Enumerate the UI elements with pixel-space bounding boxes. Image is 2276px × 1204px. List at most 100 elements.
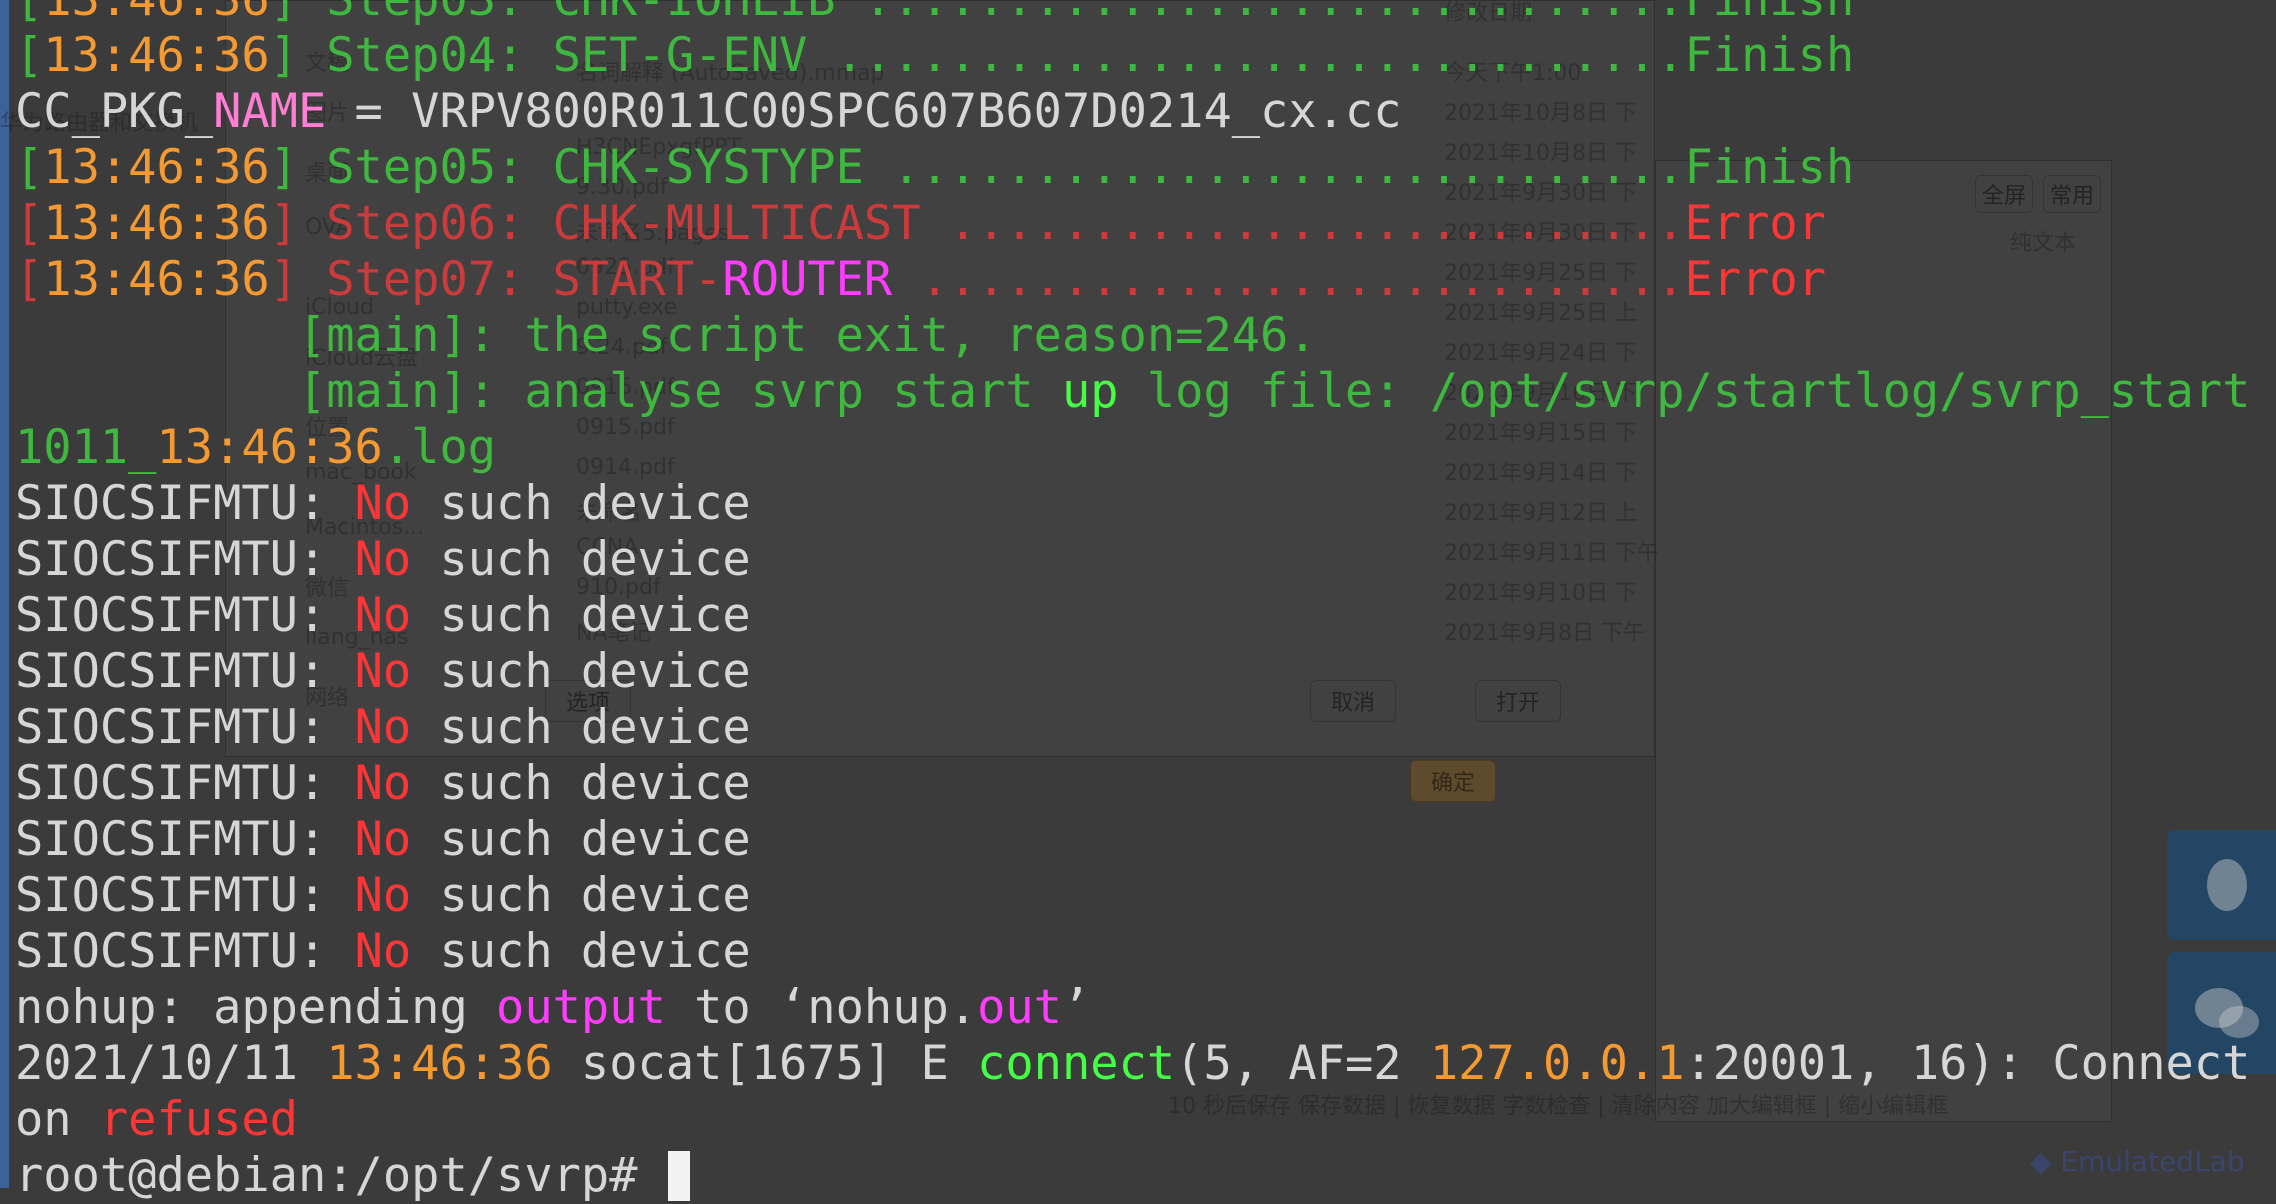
terminal-text: nohup: appending: [15, 980, 497, 1035]
terminal-text: [: [15, 252, 44, 307]
terminal-text: ’: [1061, 980, 1091, 1035]
terminal-line: on refused: [15, 1092, 2250, 1148]
terminal-text: such device: [411, 812, 751, 867]
terminal-text: ...........................: [892, 252, 1685, 307]
terminal-text: SIOCSIFMTU:: [15, 756, 355, 811]
terminal-text: ] Step05: CHK-SYSTYPE ..................…: [269, 140, 1685, 195]
terminal-line: 1011_13:46:36.log: [15, 420, 2250, 476]
terminal-text: .log: [382, 420, 497, 475]
terminal-line: SIOCSIFMTU: No such device: [15, 924, 2250, 980]
terminal-text: SIOCSIFMTU:: [15, 644, 355, 699]
terminal-line: SIOCSIFMTU: No such device: [15, 868, 2250, 924]
terminal-text: 13:46:36: [43, 28, 270, 83]
terminal-text: such device: [411, 924, 751, 979]
terminal-text: No: [354, 532, 412, 587]
terminal-text: such device: [411, 476, 751, 531]
terminal-text: such device: [411, 588, 751, 643]
terminal-text: No: [354, 588, 412, 643]
terminal-text: ] Step07: START-: [269, 252, 723, 307]
terminal-text: SIOCSIFMTU:: [15, 588, 355, 643]
terminal-text: SIOCSIFMTU:: [15, 700, 355, 755]
terminal-text: ROUTER: [722, 252, 893, 307]
terminal-line: [13:46:36] Step05: CHK-SYSTYPE .........…: [15, 140, 2250, 196]
terminal-text: such device: [411, 868, 751, 923]
terminal-text: Error: [1684, 252, 1826, 307]
terminal-text: No: [354, 644, 412, 699]
terminal-text: such device: [411, 756, 751, 811]
terminal-text: SIOCSIFMTU:: [15, 812, 355, 867]
terminal-line: [13:46:36] Step06: CHK-MULTICAST .......…: [15, 196, 2250, 252]
terminal-line: [13:46:36] Step03: CHK-IOHLIB ..........…: [15, 0, 2250, 28]
terminal-text: [main]: analyse svrp start: [15, 364, 1062, 419]
terminal-text: SIOCSIFMTU:: [15, 924, 355, 979]
terminal-text: root@debian:/opt/svrp#: [15, 1148, 666, 1203]
terminal-text: No: [354, 700, 412, 755]
terminal-text: such device: [411, 532, 751, 587]
terminal-text: No: [354, 756, 412, 811]
terminal-text: to ‘nohup.: [665, 980, 978, 1035]
terminal-line: CC_PKG_NAME = VRPV800R011C00SPC607B607D0…: [15, 84, 2250, 140]
terminal-line: nohup: appending output to ‘nohup.out’: [15, 980, 2250, 1036]
terminal-text: No: [354, 868, 412, 923]
terminal-text: socat[1675] E: [552, 1036, 978, 1091]
terminal-text: up: [1061, 364, 1119, 419]
terminal-line: [13:46:36] Step04: SET-G-ENV ...........…: [15, 28, 2250, 84]
terminal-text: 13:46:36: [43, 0, 269, 27]
terminal-text: [: [15, 28, 44, 83]
terminal-text: ] Step06: CHK-MULTICAST ................…: [269, 196, 1685, 251]
terminal-text: SIOCSIFMTU:: [15, 532, 355, 587]
terminal-cursor: [667, 1151, 690, 1201]
terminal-text: SIOCSIFMTU:: [15, 868, 355, 923]
terminal-text: (5, AF=2: [1175, 1036, 1430, 1091]
terminal-text: :20001, 16): Connect: [1684, 1036, 2251, 1091]
terminal-text: output: [496, 980, 666, 1035]
terminal-text: No: [354, 476, 412, 531]
terminal-line: SIOCSIFMTU: No such device: [15, 644, 2250, 700]
terminal-output[interactable]: [13:46:36] Step03: CHK-IOHLIB ..........…: [15, 0, 2250, 1204]
terminal-text: 127.0.0.1: [1429, 1036, 1685, 1091]
terminal-text: 13:46:36: [43, 196, 270, 251]
terminal-text: out: [977, 980, 1062, 1035]
terminal-text: on: [15, 1092, 100, 1147]
terminal-line: SIOCSIFMTU: No such device: [15, 700, 2250, 756]
terminal-text: Finish: [1685, 0, 1855, 27]
terminal-text: connect: [977, 1036, 1176, 1091]
terminal-text: 2021/10/11: [15, 1036, 327, 1091]
terminal-text: Error: [1684, 196, 1826, 251]
terminal-line: SIOCSIFMTU: No such device: [15, 532, 2250, 588]
terminal-text: such device: [411, 700, 751, 755]
terminal-line: SIOCSIFMTU: No such device: [15, 588, 2250, 644]
terminal-line: root@debian:/opt/svrp#: [15, 1148, 2250, 1204]
terminal-text: Finish: [1684, 28, 1855, 83]
terminal-text: [main]: the script exit, reason=246.: [15, 308, 1317, 363]
terminal-text: [: [15, 140, 44, 195]
terminal-text: ] Step03: CHK-IOHLIB ...................…: [270, 0, 1685, 27]
watermark-logo: ◆ EmulatedLab: [2030, 1145, 2245, 1178]
terminal-line: [main]: analyse svrp start up log file: …: [15, 364, 2250, 420]
terminal-text: 13:46:36: [326, 1036, 553, 1091]
terminal-text: 13:46:36: [156, 420, 383, 475]
terminal-text: 13:46:36: [43, 140, 270, 195]
terminal-line: [13:46:36] Step07: START-ROUTER ........…: [15, 252, 2250, 308]
terminal-text: Finish: [1684, 140, 1855, 195]
terminal-text: NAME: [213, 84, 327, 139]
terminal-text: ] Step04: SET-G-ENV ....................…: [269, 28, 1685, 83]
left-window-edge: [0, 0, 9, 1188]
terminal-text: [: [15, 196, 44, 251]
terminal-text: such device: [411, 644, 751, 699]
terminal-line: SIOCSIFMTU: No such device: [15, 812, 2250, 868]
terminal-line: SIOCSIFMTU: No such device: [15, 476, 2250, 532]
terminal-text: No: [354, 812, 412, 867]
terminal-text: SIOCSIFMTU:: [15, 476, 355, 531]
terminal-line: SIOCSIFMTU: No such device: [15, 756, 2250, 812]
terminal-text: [: [15, 0, 43, 27]
terminal-text: log file: /opt/svrp/startlog/svrp_start: [1118, 364, 2251, 419]
terminal-line: [main]: the script exit, reason=246.: [15, 308, 2250, 364]
terminal-text: 13:46:36: [43, 252, 270, 307]
terminal-text: 1011_: [15, 420, 157, 475]
terminal-text: CC_PKG_: [15, 84, 214, 139]
terminal-text: refused: [99, 1092, 298, 1147]
terminal-text: = VRPV800R011C00SPC607B607D0214_cx.cc: [326, 84, 1402, 139]
terminal-text: No: [354, 924, 412, 979]
terminal-line: 2021/10/11 13:46:36 socat[1675] E connec…: [15, 1036, 2250, 1092]
